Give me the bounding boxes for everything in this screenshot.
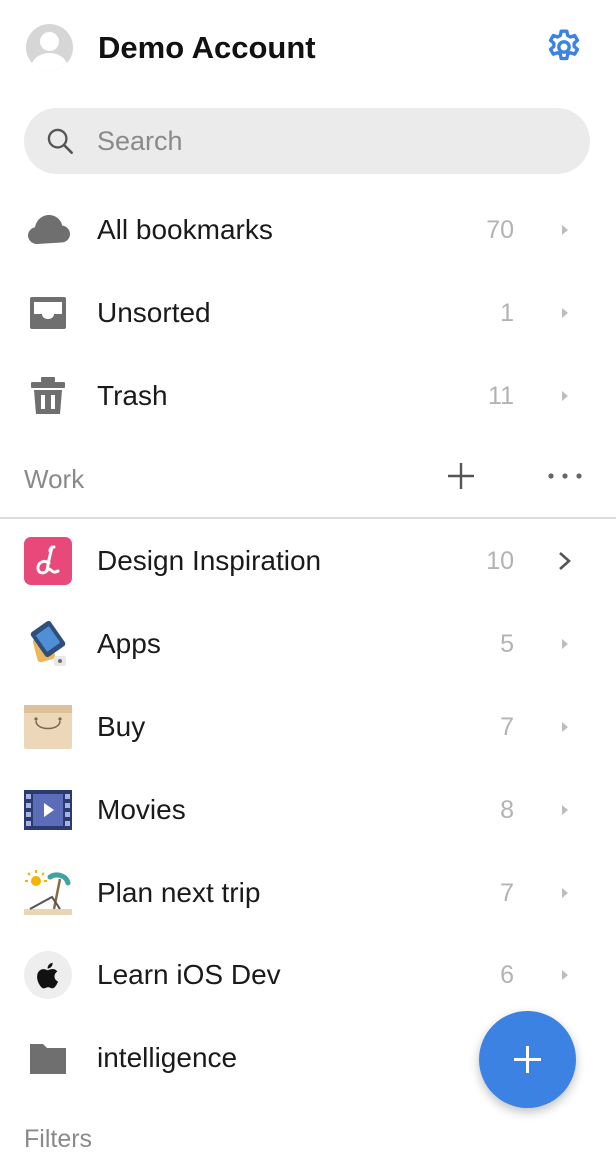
avatar[interactable] (26, 24, 73, 71)
sidebar-item-all-bookmarks[interactable]: All bookmarks 70 (0, 189, 616, 271)
chevron-right-icon (562, 970, 568, 980)
divider (0, 517, 616, 519)
shopping-bag-icon (24, 705, 72, 749)
sidebar-item-unsorted[interactable]: Unsorted 1 (0, 272, 616, 354)
item-count: 11 (488, 382, 514, 410)
section-label[interactable]: Work (24, 464, 84, 495)
trash-icon (31, 377, 65, 414)
item-count: 7 (500, 713, 514, 741)
item-count: 8 (500, 796, 514, 824)
collection-item-learn-ios-dev[interactable]: Learn iOS Dev 6 (0, 934, 616, 1016)
chevron-right-icon (562, 225, 568, 235)
item-count: 10 (486, 547, 514, 575)
chevron-right-icon (562, 805, 568, 815)
collection-item-buy[interactable]: Buy 7 (0, 686, 616, 768)
account-name[interactable]: Demo Account (98, 30, 316, 66)
section-header-work: Work (0, 442, 616, 518)
more-options-icon[interactable] (546, 466, 584, 486)
search-icon (47, 128, 73, 154)
sidebar-item-label: Trash (97, 380, 168, 411)
item-count: 70 (486, 216, 514, 244)
gear-icon[interactable] (544, 27, 584, 67)
search-input[interactable]: Search (97, 126, 183, 157)
apple-icon (24, 951, 72, 999)
chevron-right-icon (562, 722, 568, 732)
chevron-right-icon (562, 391, 568, 401)
item-count: 1 (500, 299, 514, 327)
plus-icon (514, 1046, 541, 1073)
collection-label: Design Inspiration (97, 545, 322, 576)
design-inspiration-icon (24, 537, 72, 585)
collection-label: Plan next trip (97, 877, 261, 908)
collection-item-apps[interactable]: Apps 5 (0, 603, 616, 685)
avatar-body (31, 53, 68, 71)
collection-label: Apps (97, 628, 161, 659)
film-icon (24, 790, 72, 830)
folder-icon (30, 1044, 66, 1074)
sidebar-item-label: All bookmarks (97, 214, 273, 245)
chevron-right-icon (562, 308, 568, 318)
item-count: 5 (500, 630, 514, 658)
beach-icon (24, 870, 72, 915)
chevron-right-icon (562, 639, 568, 649)
header: Demo Account (0, 0, 616, 100)
inbox-icon (30, 297, 66, 329)
add-collection-icon[interactable] (445, 460, 477, 492)
section-label-filters: Filters (24, 1125, 93, 1153)
sidebar-item-label: Unsorted (97, 297, 211, 328)
cloud-icon (28, 215, 70, 244)
collection-item-plan-next-trip[interactable]: Plan next trip 7 (0, 852, 616, 934)
chevron-right-icon (562, 888, 568, 898)
collection-label: intelligence (97, 1042, 238, 1073)
collection-label: Learn iOS Dev (97, 959, 281, 990)
chevron-right-icon (559, 552, 571, 570)
collection-item-movies[interactable]: Movies 8 (0, 769, 616, 851)
apps-icon (30, 621, 66, 666)
search-bar[interactable]: Search (24, 108, 590, 174)
avatar-head (40, 32, 59, 51)
collection-label: Movies (97, 794, 186, 825)
collection-item-design-inspiration[interactable]: Design Inspiration 10 (0, 520, 616, 602)
add-button[interactable] (479, 1011, 576, 1108)
collection-label: Buy (97, 711, 146, 742)
item-count: 6 (500, 961, 514, 989)
item-count: 7 (500, 879, 514, 907)
sidebar-item-trash[interactable]: Trash 11 (0, 355, 616, 437)
